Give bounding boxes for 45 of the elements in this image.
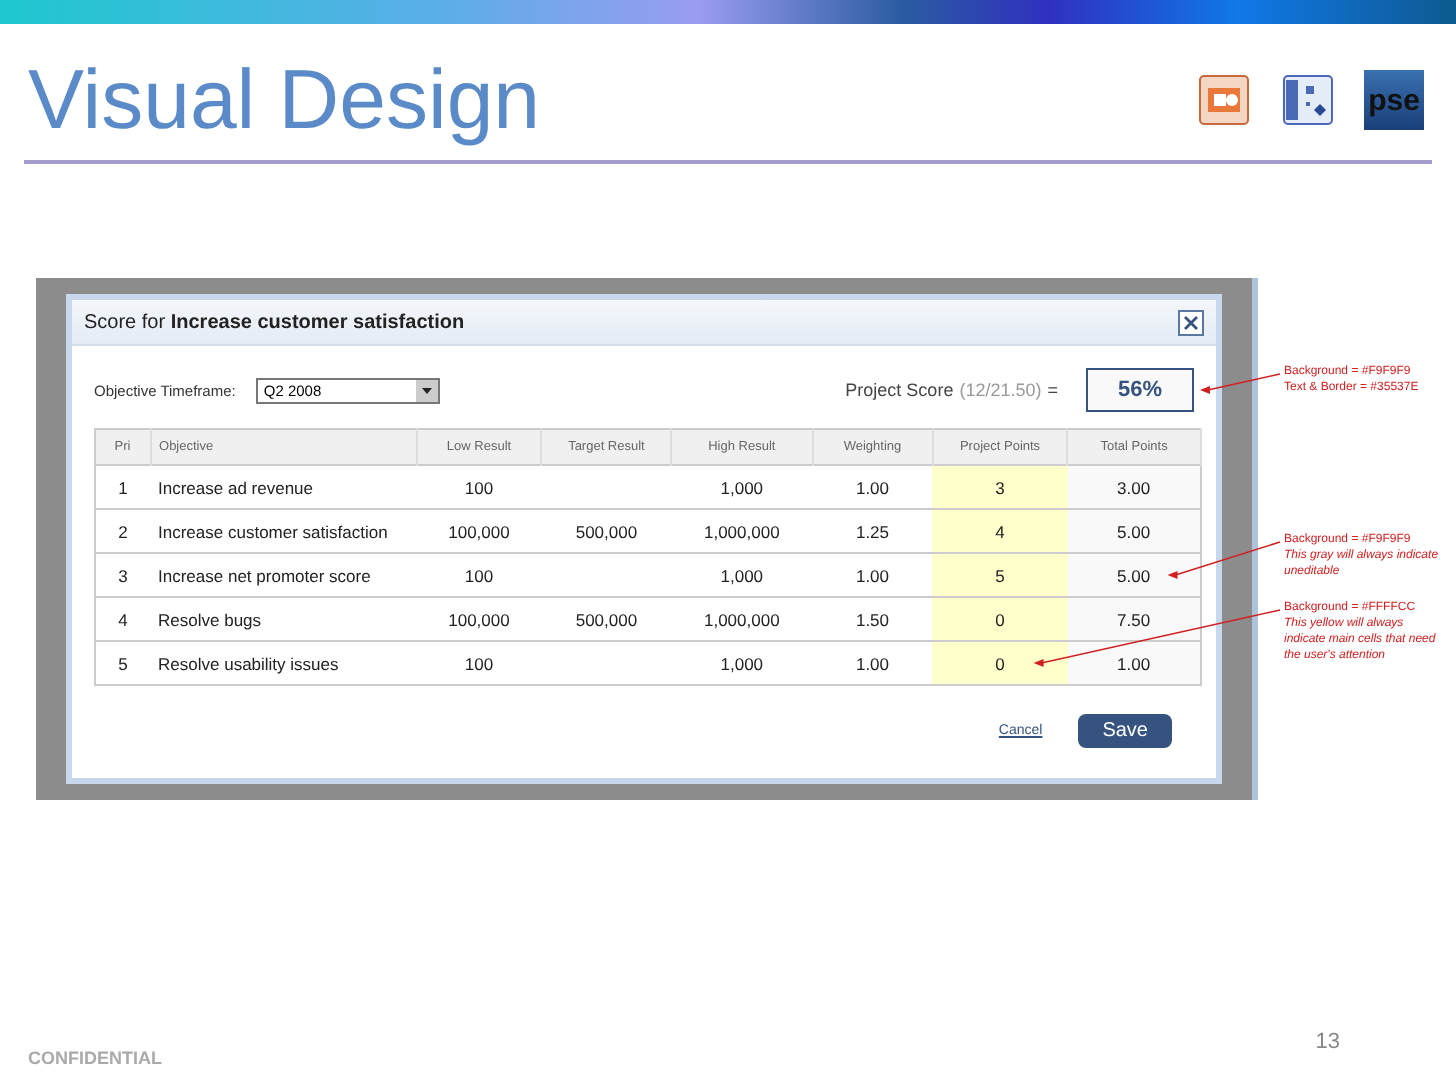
- table-cell: 1.00: [1067, 641, 1201, 685]
- equals-sign: =: [1047, 380, 1058, 400]
- table-cell: 7.50: [1067, 597, 1201, 641]
- table-cell: 4: [932, 509, 1068, 553]
- table-cell: 1,000,000: [671, 597, 813, 641]
- score-fraction: (12/21.50): [959, 380, 1042, 400]
- table-cell: 500,000: [541, 509, 672, 553]
- table-cell: 3: [95, 553, 151, 597]
- table-cell: 100: [416, 641, 542, 685]
- table-cell: Resolve usability issues: [150, 641, 417, 685]
- table-cell: 5.00: [1067, 553, 1201, 597]
- table-cell: 5: [95, 641, 151, 685]
- table-cell: 500,000: [541, 597, 672, 641]
- table-cell: 1: [95, 465, 151, 509]
- leader-line: [1200, 373, 1281, 394]
- table-cell: 0: [932, 641, 1068, 685]
- dialog-title: Score for Increase customer satisfaction: [84, 311, 465, 333]
- table-cell: 0: [932, 597, 1068, 641]
- table-cell: 3: [932, 465, 1068, 509]
- table-cell: 1,000: [671, 641, 813, 685]
- page-number: 13: [1315, 1030, 1340, 1054]
- table-cell: 5.00: [1067, 509, 1201, 553]
- leader-line: [1167, 541, 1281, 579]
- table-cell: 4: [95, 597, 151, 641]
- slide-title: Visual Design: [28, 52, 541, 148]
- table-cell: Increase net promoter score: [150, 553, 417, 597]
- table-cell: 3.00: [1067, 465, 1201, 509]
- table-cell: 1,000: [671, 465, 813, 509]
- close-icon[interactable]: [1178, 309, 1204, 335]
- table-cell: 100,000: [416, 509, 542, 553]
- table-cell: 100: [416, 553, 542, 597]
- footer-label: CONFIDENTIAL: [28, 1048, 162, 1068]
- score-label: Project Score: [845, 380, 954, 400]
- table-cell: Resolve bugs: [150, 597, 417, 641]
- table-cell: 5: [932, 553, 1068, 597]
- score-value: 56%: [1086, 368, 1194, 412]
- table-cell: 100,000: [416, 597, 542, 641]
- save-button[interactable]: Save: [1078, 714, 1172, 748]
- table-cell: Increase ad revenue: [150, 465, 417, 509]
- table-cell: 2: [95, 509, 151, 553]
- table-cell: Increase customer satisfaction: [150, 509, 417, 553]
- table-cell: 100: [416, 465, 542, 509]
- table-cell: 1,000,000: [671, 509, 813, 553]
- logo-tile: pse: [1364, 70, 1424, 130]
- table-cell: 1,000: [671, 553, 813, 597]
